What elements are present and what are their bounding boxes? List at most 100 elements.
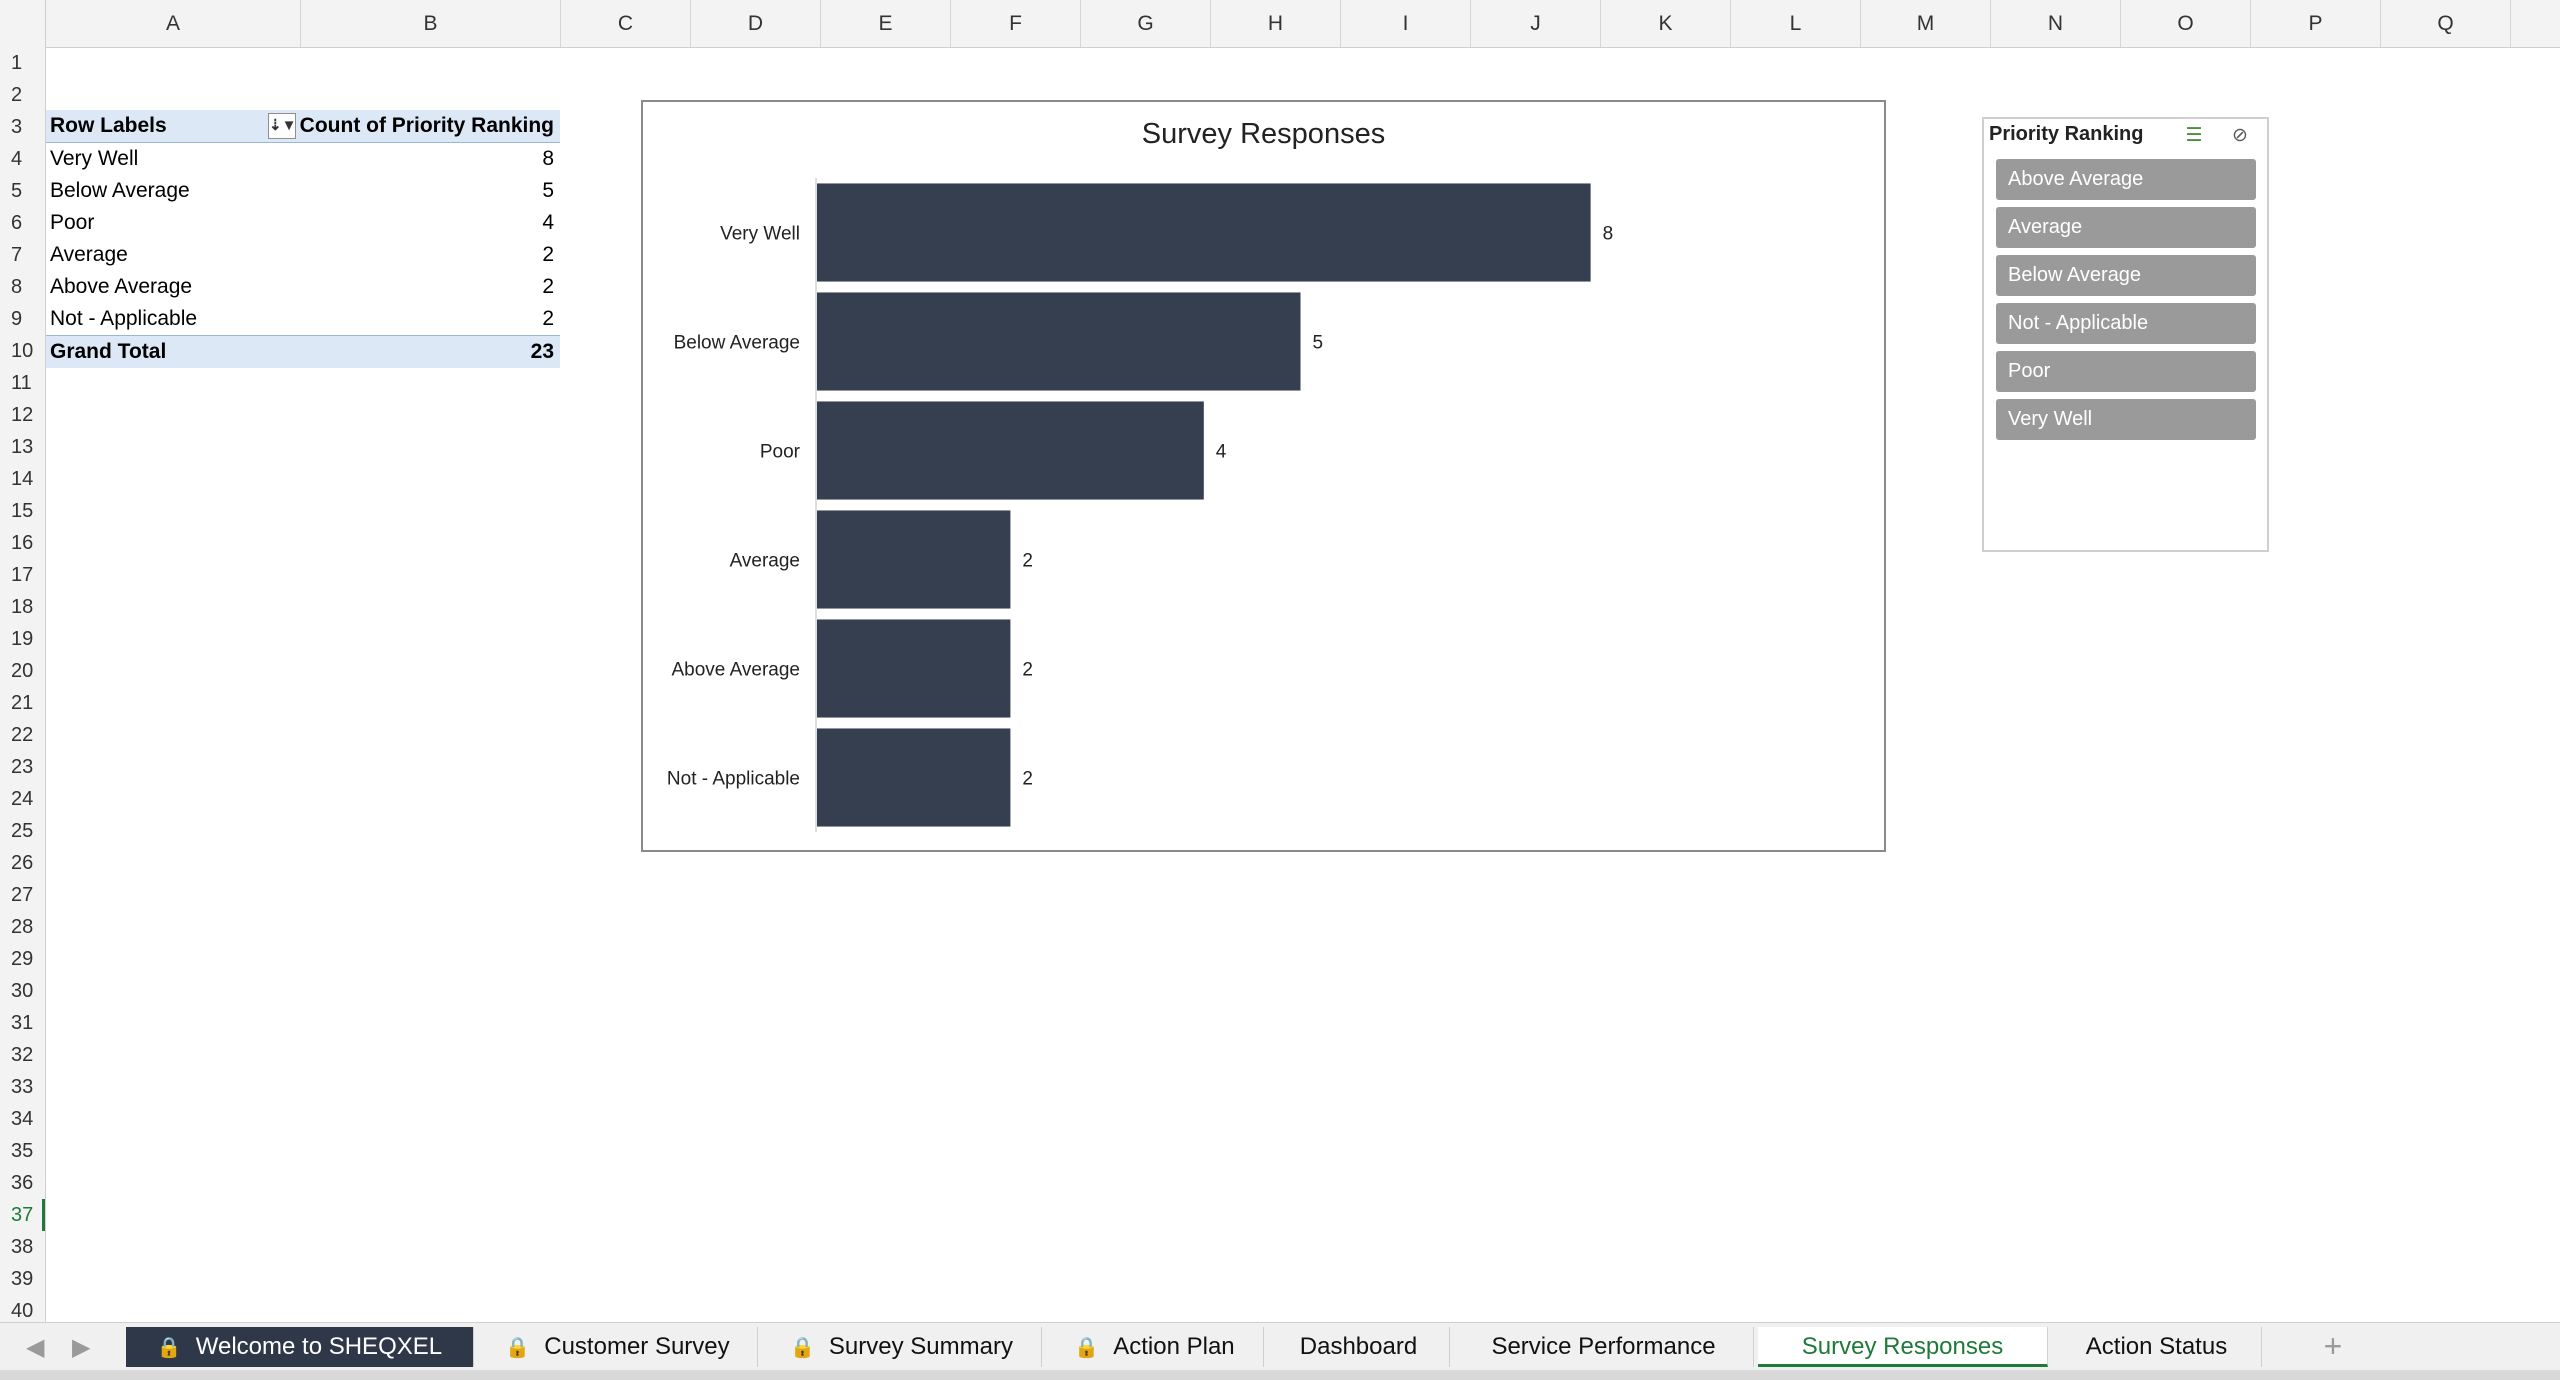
bar-poor[interactable] — [817, 401, 1204, 500]
row-header-18[interactable]: 18 — [0, 591, 45, 623]
column-header-a[interactable]: A — [46, 0, 301, 47]
row-header-26[interactable]: 26 — [0, 847, 45, 879]
survey-responses-chart[interactable]: Survey Responses Very Well 8 Below Average… — [641, 100, 1886, 852]
column-header-p[interactable]: P — [2251, 0, 2381, 47]
column-header-i[interactable]: I — [1341, 0, 1471, 47]
slicer-item[interactable]: Above Average — [1996, 159, 2256, 200]
row-header-10[interactable]: 10 — [0, 335, 45, 367]
sheet-tab[interactable]: Action Status — [2052, 1327, 2262, 1367]
bar-below-average[interactable] — [817, 292, 1301, 391]
row-header-1[interactable]: 1 — [0, 47, 45, 79]
slicer-item[interactable]: Below Average — [1996, 255, 2256, 296]
select-all-corner[interactable] — [0, 0, 46, 47]
row-header-24[interactable]: 24 — [0, 783, 45, 815]
row-header-37[interactable]: 37 — [0, 1199, 45, 1231]
row-header-6[interactable]: 6 — [0, 207, 45, 239]
sheet-tab[interactable]: Dashboard — [1268, 1327, 1450, 1367]
row-header-13[interactable]: 13 — [0, 431, 45, 463]
pivot-row-label: Poor — [50, 211, 95, 234]
row-header-12[interactable]: 12 — [0, 399, 45, 431]
sheet-tab[interactable]: 🔒 Survey Summary — [762, 1327, 1042, 1367]
row-header-11[interactable]: 11 — [0, 367, 45, 399]
row-header-4[interactable]: 4 — [0, 143, 45, 175]
row-header-2[interactable]: 2 — [0, 79, 45, 111]
row-header-16[interactable]: 16 — [0, 527, 45, 559]
row-header-29[interactable]: 29 — [0, 943, 45, 975]
row-header-8[interactable]: 8 — [0, 271, 45, 303]
pivot-filter-icon[interactable]: ⇣▼ — [268, 113, 296, 139]
row-header-9[interactable]: 9 — [0, 303, 45, 335]
column-header-q[interactable]: Q — [2381, 0, 2511, 47]
pivot-row[interactable]: Average 2 — [46, 239, 560, 271]
sheet-tab[interactable]: 🔒 Action Plan — [1046, 1327, 1264, 1367]
row-header-17[interactable]: 17 — [0, 559, 45, 591]
lock-icon: 🔒 — [790, 1337, 815, 1359]
pivot-row[interactable]: Poor 4 — [46, 207, 560, 239]
row-header-33[interactable]: 33 — [0, 1071, 45, 1103]
column-header-c[interactable]: C — [561, 0, 691, 47]
column-header-o[interactable]: O — [2121, 0, 2251, 47]
row-header-5[interactable]: 5 — [0, 175, 45, 207]
column-header-b[interactable]: B — [301, 0, 561, 47]
row-header-7[interactable]: 7 — [0, 239, 45, 271]
row-header-28[interactable]: 28 — [0, 911, 45, 943]
multi-select-icon[interactable]: ☰ — [2180, 122, 2208, 150]
scroll-tabs-left-icon[interactable]: ◀ — [26, 1333, 44, 1362]
row-header-21[interactable]: 21 — [0, 687, 45, 719]
row-header-31[interactable]: 31 — [0, 1007, 45, 1039]
row-header-14[interactable]: 14 — [0, 463, 45, 495]
bar-not-applicable[interactable] — [817, 728, 1011, 827]
column-header-d[interactable]: D — [691, 0, 821, 47]
sheet-tab[interactable]: 🔒 Customer Survey — [478, 1327, 758, 1367]
sheet-tab[interactable]: 🔒 Welcome to SHEQXEL — [126, 1327, 474, 1367]
column-header-j[interactable]: J — [1471, 0, 1601, 47]
sheet-tab[interactable]: Service Performance — [1454, 1327, 1754, 1367]
row-header-25[interactable]: 25 — [0, 815, 45, 847]
priority-ranking-slicer[interactable]: Priority Ranking ☰ ⊘ Above Average Averag… — [1982, 117, 2269, 552]
column-header-f[interactable]: F — [951, 0, 1081, 47]
column-header-m[interactable]: M — [1861, 0, 1991, 47]
pivot-row[interactable]: Very Well 8 — [46, 143, 560, 175]
grand-total-value: 23 — [530, 340, 554, 363]
row-header-20[interactable]: 20 — [0, 655, 45, 687]
slicer-item[interactable]: Not - Applicable — [1996, 303, 2256, 344]
row-header-35[interactable]: 35 — [0, 1135, 45, 1167]
slicer-item[interactable]: Very Well — [1996, 399, 2256, 440]
row-header-23[interactable]: 23 — [0, 751, 45, 783]
pivot-row[interactable]: Below Average 5 — [46, 175, 560, 207]
row-header-32[interactable]: 32 — [0, 1039, 45, 1071]
row-header-22[interactable]: 22 — [0, 719, 45, 751]
pivot-row-value: 2 — [542, 275, 554, 298]
column-header-g[interactable]: G — [1081, 0, 1211, 47]
row-header-36[interactable]: 36 — [0, 1167, 45, 1199]
clear-filter-icon[interactable]: ⊘ — [2226, 122, 2254, 150]
bar-average[interactable] — [817, 510, 1011, 609]
row-header-15[interactable]: 15 — [0, 495, 45, 527]
add-sheet-button[interactable]: + — [2298, 1327, 2368, 1367]
column-header-h[interactable]: H — [1211, 0, 1341, 47]
slicer-title: Priority Ranking — [1989, 123, 2144, 145]
row-header-3[interactable]: 3 — [0, 111, 45, 143]
bar-very-well[interactable] — [817, 183, 1591, 282]
slicer-item[interactable]: Average — [1996, 207, 2256, 248]
column-header-n[interactable]: N — [1991, 0, 2121, 47]
column-header-l[interactable]: L — [1731, 0, 1861, 47]
row-header-27[interactable]: 27 — [0, 879, 45, 911]
bar-above-average[interactable] — [817, 619, 1011, 718]
pivot-row[interactable]: Not - Applicable 2 — [46, 303, 560, 335]
row-header-19[interactable]: 19 — [0, 623, 45, 655]
column-header-k[interactable]: K — [1601, 0, 1731, 47]
row-header-34[interactable]: 34 — [0, 1103, 45, 1135]
scroll-tabs-right-icon[interactable]: ▶ — [72, 1333, 90, 1362]
category-tick-label: Below Average — [674, 333, 800, 354]
slicer-item[interactable]: Poor — [1996, 351, 2256, 392]
row-header-39[interactable]: 39 — [0, 1263, 45, 1295]
pivot-row-label: Above Average — [50, 275, 193, 298]
sheet-tab[interactable]: Survey Responses — [1758, 1327, 2048, 1367]
column-header-e[interactable]: E — [821, 0, 951, 47]
pivot-row-value: 2 — [542, 307, 554, 330]
row-header-30[interactable]: 30 — [0, 975, 45, 1007]
row-header-38[interactable]: 38 — [0, 1231, 45, 1263]
pivot-row[interactable]: Above Average 2 — [46, 271, 560, 303]
pivot-grand-total-row: Grand Total 23 — [46, 335, 560, 368]
